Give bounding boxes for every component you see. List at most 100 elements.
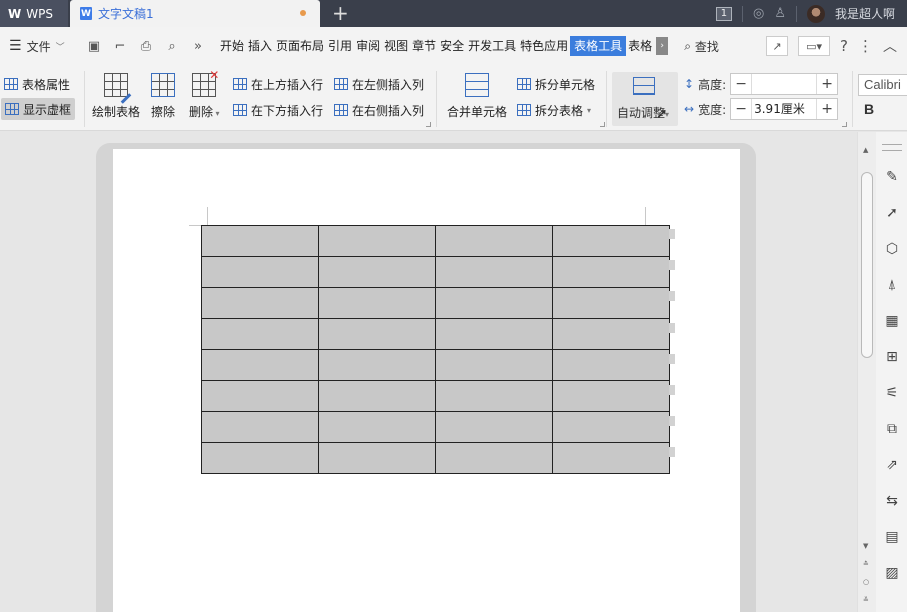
table-cell[interactable] [435, 256, 553, 288]
collapse-ribbon-icon[interactable]: ︿ [883, 36, 897, 56]
wps-home-tab[interactable]: W WPS [0, 0, 68, 27]
table-cell[interactable] [318, 380, 436, 412]
format-painter-icon[interactable]: ⌐ [112, 39, 128, 54]
split-cells-button[interactable]: 拆分单元格 [517, 73, 595, 95]
avatar[interactable] [806, 4, 825, 23]
pen-icon[interactable]: ✎ [880, 166, 904, 188]
height-spinner[interactable]: − + [730, 73, 839, 95]
table-row[interactable] [201, 256, 670, 288]
height-input[interactable] [751, 74, 818, 94]
style-icon[interactable]: ⍋ [880, 274, 904, 296]
table-cell[interactable] [552, 287, 670, 319]
table-cell[interactable] [318, 318, 436, 350]
tab-7[interactable]: 安全 [438, 36, 466, 56]
help-button[interactable]: ? [840, 37, 848, 55]
row-resize-handle[interactable] [669, 385, 675, 395]
smart-dropdown-button[interactable]: ▭▾ [798, 36, 831, 56]
table-cell[interactable] [201, 442, 319, 474]
table-cell[interactable] [318, 225, 436, 257]
table-cell[interactable] [201, 287, 319, 319]
font-name-select[interactable]: Calibri [858, 74, 907, 96]
row-resize-handle[interactable] [669, 291, 675, 302]
window-count-badge[interactable]: 1 [715, 6, 732, 21]
table-cell[interactable] [435, 411, 553, 443]
row-resize-handle[interactable] [669, 322, 675, 333]
table-cell[interactable] [552, 411, 670, 443]
tab-10[interactable]: 表格工具 [570, 36, 627, 56]
pointer-icon[interactable]: ➚ [880, 202, 904, 224]
tab-2[interactable]: 页面布局 [274, 36, 326, 56]
table-row[interactable] [201, 318, 670, 350]
tab-3[interactable]: 引用 [326, 36, 354, 56]
apps-icon[interactable]: ⊞ [880, 346, 904, 368]
scroll-up-icon[interactable]: ▲ [863, 146, 868, 154]
width-input[interactable]: 3.91厘米 [751, 99, 818, 119]
table-cell[interactable] [201, 256, 319, 288]
image-gallery-icon[interactable]: ⧉ [880, 418, 904, 440]
tab-4[interactable]: 审阅 [354, 36, 382, 56]
username[interactable]: 我是超人啊 [835, 5, 895, 22]
table-cell[interactable] [552, 380, 670, 412]
row-resize-handle[interactable] [669, 353, 675, 364]
split-table-button[interactable]: 拆分表格 ▾ [517, 99, 591, 121]
table-cell[interactable] [552, 256, 670, 288]
table-cell[interactable] [201, 380, 319, 412]
table-cell[interactable] [318, 287, 436, 319]
table-icon[interactable]: ▦ [880, 310, 904, 332]
merge-cells-button[interactable]: 合并单元格 [447, 73, 507, 120]
height-decrease-button[interactable]: − [731, 74, 751, 94]
vertical-scrollbar[interactable]: ▲ ▼ ≛ ○ ≚ [858, 132, 876, 612]
tab-5[interactable]: 视图 [382, 36, 410, 56]
width-increase-button[interactable]: + [817, 99, 837, 119]
row-resize-handle[interactable] [669, 447, 675, 458]
row-resize-handle[interactable] [669, 229, 675, 239]
document-page[interactable] [113, 149, 740, 612]
tabs-scroll-right-button[interactable]: › [656, 37, 669, 55]
table-cell[interactable] [435, 380, 553, 412]
table-row[interactable] [201, 442, 670, 474]
table-cell[interactable] [318, 442, 436, 474]
shapes-icon[interactable]: ⬡ [880, 238, 904, 260]
table-cell[interactable] [435, 349, 553, 381]
tab-8[interactable]: 开发工具 [466, 36, 518, 56]
table-cell[interactable] [201, 349, 319, 381]
table-cell[interactable] [318, 349, 436, 381]
archive-icon[interactable]: ▤ [880, 526, 904, 548]
table-cell[interactable] [201, 318, 319, 350]
row-resize-handle[interactable] [669, 260, 675, 271]
bold-button[interactable]: B [864, 101, 874, 117]
document-table[interactable] [201, 225, 670, 474]
table-cell[interactable] [552, 318, 670, 350]
more-options-button[interactable]: ⋮ [858, 37, 873, 55]
table-cell[interactable] [552, 349, 670, 381]
tab-9[interactable]: 特色应用 [518, 36, 570, 56]
more-tools-icon[interactable]: » [190, 39, 206, 54]
table-row[interactable] [201, 349, 670, 381]
table-cell[interactable] [318, 256, 436, 288]
scrollbar-thumb[interactable] [861, 172, 873, 358]
tab-0[interactable]: 开始 [218, 36, 246, 56]
table-row[interactable] [201, 287, 670, 319]
height-increase-button[interactable]: + [817, 74, 837, 94]
select-browse-icon[interactable]: ○ [863, 578, 869, 586]
document-tab[interactable]: W 文字文稿1 [70, 0, 320, 27]
shirt-icon[interactable]: ♙ [774, 6, 786, 21]
table-cell[interactable] [201, 225, 319, 257]
save-icon[interactable]: ▣ [86, 39, 102, 54]
insert-row-above-button[interactable]: 在上方插入行 [233, 73, 323, 95]
scroll-down-icon[interactable]: ▼ [863, 542, 868, 550]
prev-page-icon[interactable]: ≛ [863, 560, 869, 568]
auto-fit-dropdown-button[interactable]: 自动调整▾ ➚ [612, 72, 678, 126]
erase-button[interactable]: 擦除 [151, 73, 175, 120]
insert-col-right-button[interactable]: 在右侧插入列 [334, 99, 424, 121]
print-preview-icon[interactable]: ⌕ [164, 39, 180, 54]
width-spinner[interactable]: − 3.91厘米 + [730, 98, 839, 120]
table-cell[interactable] [435, 225, 553, 257]
tab-11[interactable]: 表格 [626, 36, 654, 56]
table-cell[interactable] [435, 442, 553, 474]
table-row[interactable] [201, 411, 670, 443]
dialog-launcher-icon[interactable] [600, 122, 605, 127]
dialog-launcher-icon[interactable] [426, 122, 431, 127]
tab-6[interactable]: 章节 [410, 36, 438, 56]
table-cell[interactable] [552, 442, 670, 474]
